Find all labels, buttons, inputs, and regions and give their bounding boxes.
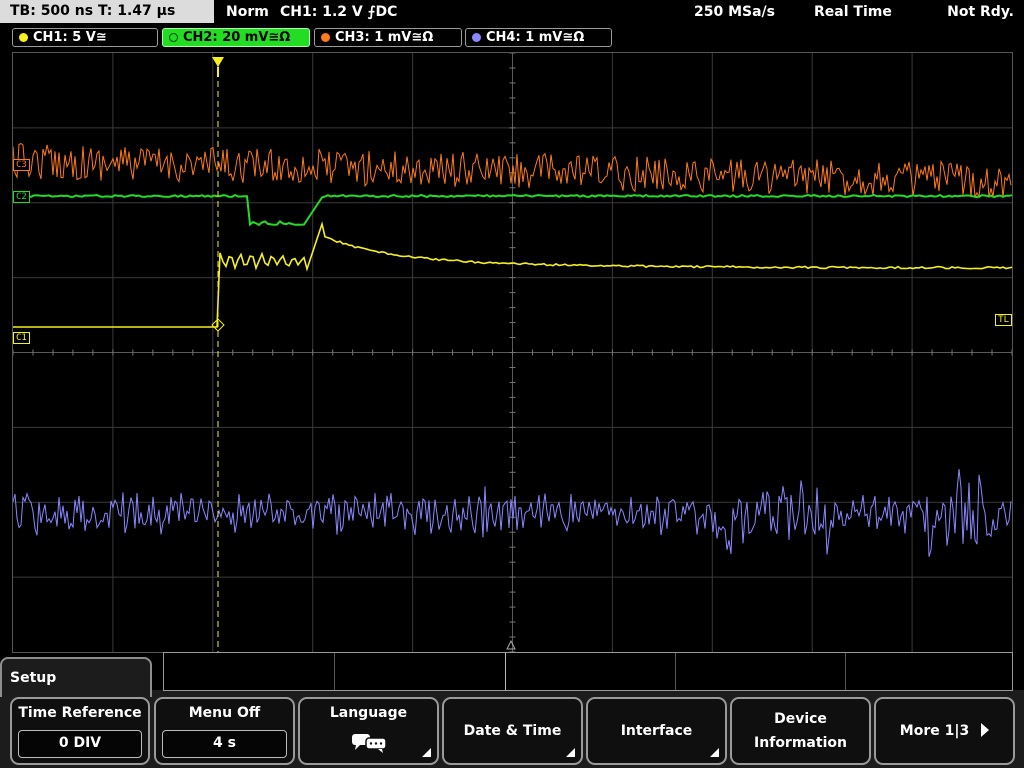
time-reference-button[interactable]: Time Reference 0 DIV (10, 697, 150, 765)
info-divider (505, 653, 506, 690)
trigger-position-icon (212, 57, 224, 67)
info-strip (163, 652, 1013, 691)
ch3-color-dot (321, 33, 330, 42)
softkey-label: Menu Off (188, 705, 261, 721)
ch2-color-dot (169, 33, 178, 42)
softkey-label: Date & Time (463, 723, 562, 739)
softkey-label: More 1|3 (899, 723, 970, 739)
trigger-level-marker[interactable]: TL (995, 314, 1012, 326)
ch1-color-dot (19, 33, 28, 42)
channel-tab-ch3[interactable]: CH3: 1 mV≅Ω (314, 28, 462, 47)
submenu-corner-icon (710, 748, 719, 757)
info-divider (334, 653, 335, 690)
menu-off-button[interactable]: Menu Off 4 s (154, 697, 295, 765)
time-reference-value: 0 DIV (18, 730, 142, 758)
softkey-label: Time Reference (18, 705, 142, 721)
softkey-label: Information (754, 735, 847, 751)
time-reference-icon (506, 639, 516, 650)
submenu-corner-icon (566, 748, 575, 757)
ch4-color-dot (472, 33, 481, 42)
channel-tab-label: CH3: 1 mV≅Ω (335, 30, 434, 45)
date-time-button[interactable]: Date & Time (442, 697, 583, 765)
acquisition-mode[interactable]: Real Time (814, 0, 892, 24)
speech-bubble-icon (352, 734, 387, 753)
softkey-label: Language (329, 705, 408, 721)
trigger-mode[interactable]: Norm (226, 0, 269, 24)
channel-tab-ch2[interactable]: CH2: 20 mV≅Ω (162, 28, 310, 47)
menu-title: Setup (0, 657, 152, 697)
timebase-readout[interactable]: TB: 500 ns T: 1.47 µs (0, 0, 214, 23)
graticule-grid (13, 53, 1012, 652)
channel-tab-label: CH1: 5 V≅ (33, 30, 107, 45)
sample-rate: 250 MSa/s (694, 4, 776, 20)
arrow-right-icon (981, 723, 990, 737)
ch2-ground-marker[interactable]: C2 (13, 191, 30, 203)
softkey-label: Device (774, 711, 827, 727)
menu-off-value: 4 s (162, 730, 287, 758)
device-information-button[interactable]: Device Information (730, 697, 871, 765)
info-divider (675, 653, 676, 690)
softkey-label: Interface (620, 723, 693, 739)
interface-button[interactable]: Interface (586, 697, 727, 765)
status-bar: TB: 500 ns T: 1.47 µs Norm CH1: 1.2 V ⨍D… (0, 0, 1024, 24)
language-button[interactable]: Language (298, 697, 439, 765)
waveform-graph (13, 53, 1012, 652)
info-divider (845, 653, 846, 690)
channel-tab-label: CH2: 20 mV≅Ω (183, 30, 291, 45)
more-button[interactable]: More 1|3 (874, 697, 1015, 765)
trigger-state: Not Rdy. (947, 4, 1014, 20)
submenu-corner-icon (422, 748, 431, 757)
channel-tab-label: CH4: 1 mV≅Ω (486, 30, 585, 45)
waveform-display[interactable]: C3 C2 C1 TL (12, 52, 1013, 653)
trigger-settings[interactable]: CH1: 1.2 V ⨍DC (280, 0, 397, 24)
ch1-ground-marker[interactable]: C1 (13, 332, 30, 344)
ch3-ground-marker[interactable]: C3 (13, 159, 30, 171)
channel-tab-ch1[interactable]: CH1: 5 V≅ (12, 28, 158, 47)
channel-tab-ch4[interactable]: CH4: 1 mV≅Ω (465, 28, 612, 47)
channel-bar: CH1: 5 V≅ CH2: 20 mV≅Ω CH3: 1 mV≅Ω CH4: … (0, 26, 1024, 48)
